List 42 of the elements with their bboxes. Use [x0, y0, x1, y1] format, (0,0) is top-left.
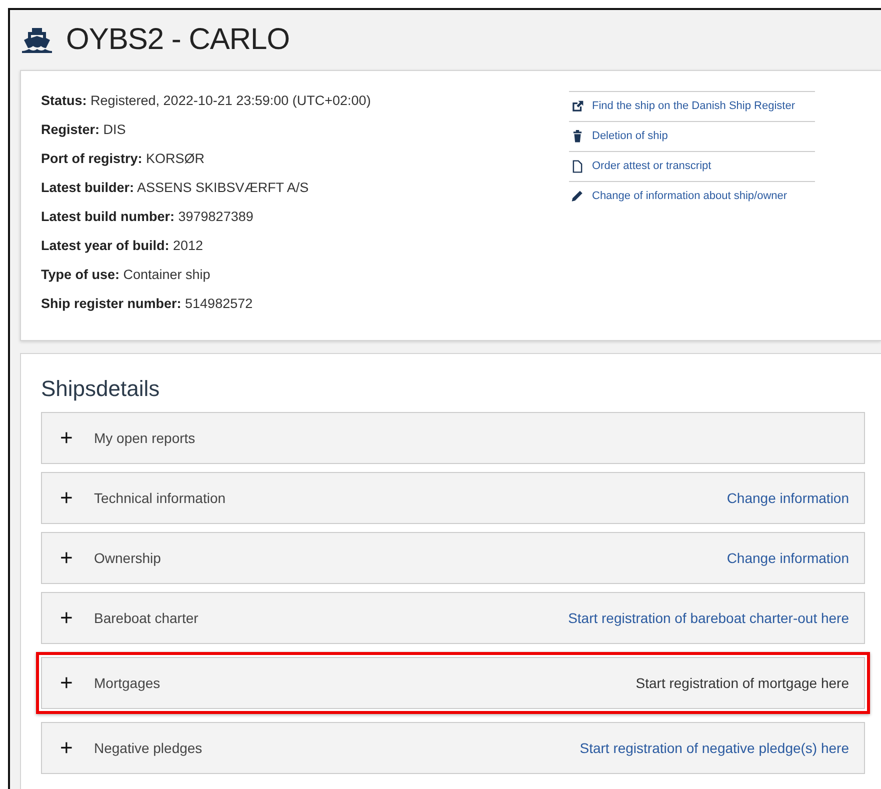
section-link[interactable]: Start registration of negative pledge(s) here: [580, 738, 849, 759]
section-link[interactable]: Change information: [726, 488, 849, 509]
section-label: Negative pledges: [94, 738, 202, 758]
info-line: Latest builder: ASSENS SKIBSVÆRFT A/S: [41, 179, 310, 197]
expand-toggle[interactable]: +: [60, 672, 94, 694]
action-link[interactable]: Change of information about ship/owner: [592, 188, 788, 205]
info-line: Status: Registered, 2022-10-21 23:59:00 (UTC+02:00): [41, 92, 372, 110]
accordion-row[interactable]: + Bareboat charter Start registration of bareboat charter-out here: [41, 592, 865, 644]
external-link-icon: [571, 100, 584, 113]
expand-toggle[interactable]: +: [60, 427, 94, 450]
section-label: My open reports: [94, 428, 196, 448]
expand-toggle[interactable]: +: [60, 737, 94, 760]
section-link[interactable]: Start registration of mortgage here: [636, 672, 849, 694]
expand-toggle[interactable]: +: [60, 487, 94, 510]
info-line: Ship register number: 514982572: [41, 295, 254, 313]
info-line: Register: DIS: [41, 121, 127, 139]
info-line: Latest year of build: 2012: [41, 237, 204, 255]
accordion-row[interactable]: + Negative pledges Start registration of negative pledge(s) here: [41, 722, 865, 774]
section-label: Ownership: [94, 548, 161, 568]
section-heading: Shipsdetails: [41, 376, 161, 402]
trash-icon: [571, 130, 584, 143]
info-line: Port of registry: KORSØR: [41, 150, 206, 168]
ship-icon: [22, 27, 52, 53]
section-label: Mortgages: [94, 674, 160, 693]
section-label: Bareboat charter: [94, 608, 198, 628]
action-link[interactable]: Find the ship on the Danish Ship Register: [592, 98, 796, 115]
action-link[interactable]: Order attest or transcript: [592, 158, 712, 175]
accordion-row[interactable]: + My open reports: [41, 412, 865, 464]
expand-toggle[interactable]: +: [60, 607, 94, 630]
accordion-row[interactable]: + Ownership Change information: [41, 532, 865, 584]
document-icon: [571, 160, 584, 173]
expand-toggle[interactable]: +: [60, 547, 94, 570]
section-link[interactable]: Start registration of bareboat charter-out here: [568, 608, 849, 629]
info-line: Type of use: Container ship: [41, 266, 212, 284]
info-line: Latest build number: 3979827389: [41, 208, 254, 226]
action-link[interactable]: Deletion of ship: [592, 128, 668, 145]
accordion-row[interactable]: + Mortgages Start registration of mortgage here: [41, 657, 865, 710]
section-link[interactable]: Change information: [726, 548, 849, 569]
section-label: Technical information: [94, 488, 226, 508]
page-title: OYBS2 - CARLO: [66, 22, 290, 58]
pencil-icon: [571, 190, 584, 203]
accordion-row[interactable]: + Technical information Change information: [41, 472, 865, 524]
